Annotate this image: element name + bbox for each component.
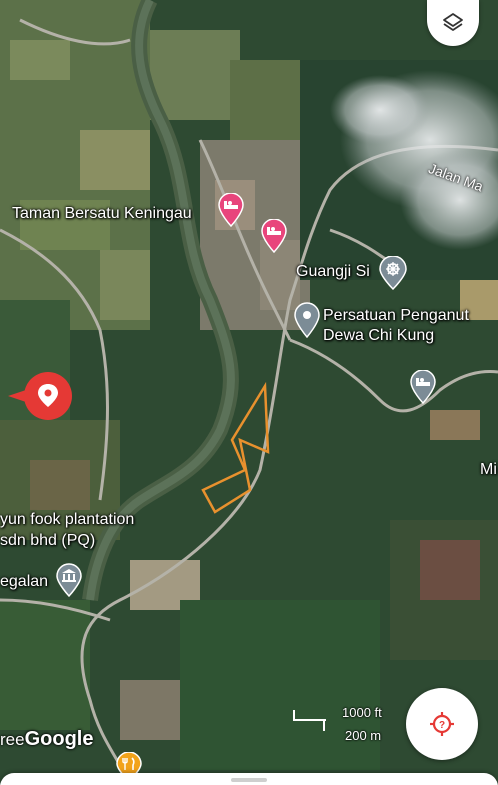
svg-text:?: ? bbox=[439, 720, 445, 731]
satellite-map[interactable]: Taman Bersatu Keningau Guangji Si Persat… bbox=[0, 0, 498, 785]
place-label-persatuan-1[interactable]: Persatuan Penganut bbox=[323, 306, 469, 325]
scale-bar: 1000 ft 200 m bbox=[292, 705, 392, 745]
place-label-guangji[interactable]: Guangji Si bbox=[296, 262, 370, 281]
place-label-yun-fook-1[interactable]: yun fook plantation bbox=[0, 510, 134, 529]
bottom-sheet[interactable] bbox=[0, 773, 498, 785]
hotel-pin-1[interactable] bbox=[218, 192, 244, 232]
scale-imperial: 1000 ft bbox=[342, 705, 382, 720]
hotel-bed-icon bbox=[410, 369, 436, 405]
dropped-pin[interactable] bbox=[6, 368, 72, 429]
hotel-pin-2[interactable] bbox=[261, 218, 287, 258]
google-logo: Google bbox=[24, 728, 94, 750]
place-pin[interactable] bbox=[294, 302, 320, 343]
boundary-outline bbox=[201, 381, 270, 514]
layers-icon bbox=[443, 13, 463, 31]
place-label-persatuan-2[interactable]: Dewa Chi Kung bbox=[323, 326, 434, 345]
place-label-egalan[interactable]: egalan bbox=[0, 572, 48, 591]
place-pin-icon bbox=[294, 302, 320, 339]
locate-target-icon: ? bbox=[430, 712, 454, 736]
temple-pin[interactable] bbox=[378, 255, 408, 295]
place-label-yun-fook-2[interactable]: sdn bhd (PQ) bbox=[0, 531, 95, 550]
hotel-pin-3[interactable] bbox=[410, 369, 436, 409]
attribution-prefix: ree bbox=[0, 730, 25, 749]
hotel-bed-icon bbox=[261, 218, 287, 254]
locate-button[interactable]: ? bbox=[406, 688, 478, 760]
google-attribution: reeGoogle bbox=[0, 728, 93, 751]
museum-icon bbox=[56, 563, 82, 598]
place-label-mi[interactable]: Mi bbox=[480, 460, 497, 479]
sheet-drag-handle[interactable] bbox=[231, 778, 267, 782]
hotel-bed-icon bbox=[218, 192, 244, 228]
temple-wheel-icon bbox=[379, 255, 407, 291]
place-label-taman-bersatu[interactable]: Taman Bersatu Keningau bbox=[12, 204, 192, 223]
museum-pin[interactable] bbox=[55, 563, 83, 602]
scale-metric: 200 m bbox=[345, 728, 382, 743]
